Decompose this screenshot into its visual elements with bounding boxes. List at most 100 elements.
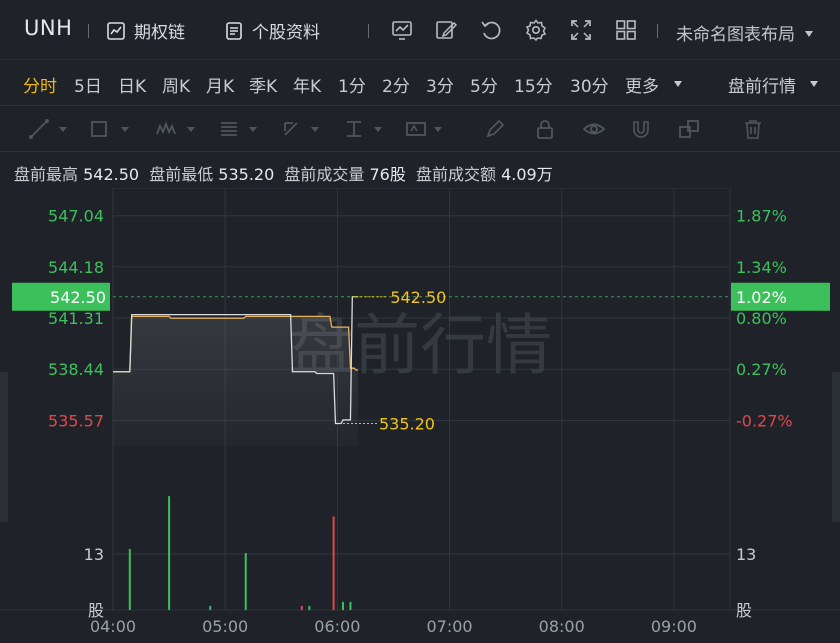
period-tab-8[interactable]: 2分 (382, 72, 410, 97)
measure-icon[interactable] (343, 118, 365, 140)
chevron-down-icon[interactable] (672, 78, 684, 90)
session-selector[interactable]: 盘前行情 (728, 72, 796, 97)
price-area-fill (113, 316, 358, 446)
trash-icon[interactable] (742, 118, 764, 140)
chevron-down-icon[interactable] (433, 124, 443, 134)
period-tab-11[interactable]: 15分 (514, 72, 553, 97)
text-note-icon[interactable] (405, 118, 427, 140)
session-label: 盘前行情 (728, 77, 796, 97)
chevron-down-icon[interactable] (373, 124, 383, 134)
group-icon[interactable] (678, 118, 700, 140)
price-tick-label: 535.57 (48, 411, 104, 430)
grid-layout-icon[interactable] (614, 18, 638, 42)
price-tick-label: 547.04 (48, 207, 104, 226)
volume-label: 盘前成交量 (284, 165, 365, 184)
stock-profile-button[interactable]: 个股资料 (224, 18, 320, 43)
volume-bar (332, 516, 335, 610)
undo-icon[interactable] (479, 18, 503, 42)
options-chain-icon (107, 21, 125, 40)
amount-value: 4.09万 (501, 165, 553, 184)
time-tick-label: 08:00 (539, 617, 585, 636)
period-tab-12[interactable]: 30分 (570, 72, 609, 97)
high-label: 盘前最高 (14, 165, 79, 184)
period-tab-4[interactable]: 月K (206, 72, 234, 97)
edit-icon[interactable] (434, 18, 458, 42)
volume-bar (128, 549, 131, 610)
pct-tick-label: 1.87% (736, 207, 787, 226)
symbol-title[interactable]: UNH (24, 16, 72, 40)
options-chain-button[interactable]: 期权链 (106, 18, 185, 43)
volume-tick-label: 13 (84, 545, 104, 564)
low-marker-label: 535.20 (379, 415, 435, 434)
period-tab-0[interactable]: 分时 (23, 72, 57, 97)
volume-value: 76股 (369, 165, 406, 184)
volume-unit-label: 股 (736, 601, 752, 620)
wave-pattern-icon[interactable] (155, 118, 177, 140)
document-icon (226, 21, 242, 40)
chevron-down-icon[interactable] (186, 124, 196, 134)
time-tick-label: 09:00 (651, 617, 697, 636)
period-tab-5[interactable]: 季K (249, 72, 277, 97)
chevron-down-icon[interactable] (310, 124, 320, 134)
pct-tick-label: 0.80% (736, 309, 787, 328)
pct-tick-label: 1.34% (736, 258, 787, 277)
volume-tick-label: 13 (736, 545, 756, 564)
period-tab-1[interactable]: 5日 (74, 72, 102, 97)
arrow-icon[interactable] (280, 118, 302, 140)
divider (88, 24, 89, 38)
divider (657, 24, 658, 38)
price-tick-label: 538.44 (48, 360, 104, 379)
settings-gear-icon[interactable] (524, 18, 548, 42)
period-tab-2[interactable]: 日K (118, 72, 146, 97)
price-area (113, 316, 358, 446)
period-tab-9[interactable]: 3分 (426, 72, 454, 97)
amount-label: 盘前成交额 (415, 165, 496, 184)
chevron-down-icon[interactable] (808, 78, 820, 90)
chevron-down-icon[interactable] (58, 124, 68, 134)
price-tick-label: 544.18 (48, 258, 104, 277)
fibonacci-icon[interactable] (218, 118, 240, 140)
high-value: 542.50 (83, 165, 140, 184)
time-tick-label: 05:00 (202, 617, 248, 636)
fullscreen-icon[interactable] (569, 18, 593, 42)
volume-bar (209, 605, 212, 610)
divider (368, 24, 369, 38)
trend-line-icon[interactable] (28, 118, 50, 140)
layout-name-label: 未命名图表布局 (676, 25, 795, 45)
volume-bar (341, 601, 344, 610)
layout-selector[interactable]: 未命名图表布局 (676, 20, 815, 45)
price-tick-label: 541.31 (48, 309, 104, 328)
intraday-chart[interactable]: 盘前行情 547.04 1.87%544.18 1.34%541.31 0.80%53… (0, 188, 840, 643)
chevron-down-icon[interactable] (248, 124, 258, 134)
pct-tick-label: 0.27% (736, 360, 787, 379)
period-tab-6[interactable]: 年K (293, 72, 321, 97)
volume-bar (300, 605, 303, 610)
indicator-icon[interactable] (390, 18, 414, 42)
volume-bar (168, 496, 171, 610)
period-tab-3[interactable]: 周K (162, 72, 190, 97)
period-tab-7[interactable]: 1分 (338, 72, 366, 97)
options-chain-label: 期权链 (134, 23, 185, 43)
low-label: 盘前最低 (149, 165, 214, 184)
high-marker-label: 542.50 (390, 288, 446, 307)
pen-icon[interactable] (484, 118, 506, 140)
time-tick-label: 06:00 (314, 617, 360, 636)
period-tab-10[interactable]: 5分 (470, 72, 498, 97)
drawing-toolbar (0, 106, 840, 152)
volume-bar (308, 605, 311, 610)
chevron-down-icon[interactable] (120, 124, 130, 134)
chevron-down-icon (805, 31, 814, 37)
pct-tick-label: -0.27% (736, 411, 793, 430)
volume-bar (349, 601, 352, 610)
volume-bar (244, 553, 247, 610)
top-toolbar: UNH 期权链 个股资料 未命名图表布局 (0, 0, 840, 60)
period-tabs: 分时 5日 日K 周K 月K 季K 年K 1分 2分 3分 5分 15分 30分 更多 盘前行情 (0, 60, 840, 106)
magnet-icon[interactable] (630, 118, 652, 140)
stock-profile-label: 个股资料 (252, 23, 320, 43)
eye-icon[interactable] (583, 118, 605, 140)
lock-icon[interactable] (534, 118, 556, 140)
volume-bars (128, 496, 352, 610)
rectangle-icon[interactable] (88, 118, 110, 140)
premarket-stats: 盘前最高 542.50 盘前最低 535.20 盘前成交量 76股 盘前成交额 … (14, 161, 558, 185)
period-tab-13[interactable]: 更多 (625, 72, 659, 97)
